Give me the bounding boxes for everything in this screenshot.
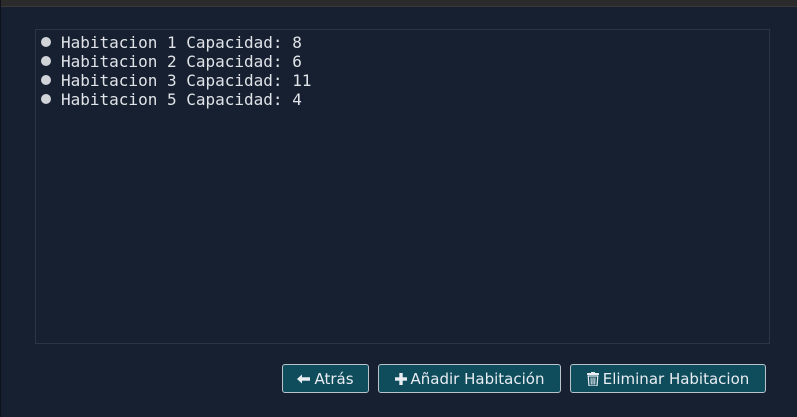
app-window: Habitacion 1 Capacidad: 8 Habitacion 2 C… bbox=[0, 0, 797, 417]
bullet-icon bbox=[41, 56, 51, 66]
list-item[interactable]: Habitacion 1 Capacidad: 8 bbox=[41, 32, 302, 52]
bullet-icon bbox=[41, 75, 51, 85]
plus-icon bbox=[394, 372, 407, 385]
room-label: Habitacion 1 Capacidad: 8 bbox=[61, 32, 302, 52]
top-bar bbox=[1, 0, 797, 7]
delete-room-button[interactable]: Eliminar Habitacion bbox=[570, 364, 766, 393]
back-button[interactable]: Atrás bbox=[282, 364, 369, 393]
arrow-left-icon bbox=[297, 374, 311, 384]
back-button-label: Atrás bbox=[314, 369, 354, 388]
room-label: Habitacion 2 Capacidad: 6 bbox=[61, 51, 302, 71]
list-item[interactable]: Habitacion 5 Capacidad: 4 bbox=[41, 89, 302, 109]
room-label: Habitacion 3 Capacidad: 11 bbox=[61, 70, 312, 90]
bullet-icon bbox=[41, 94, 51, 104]
delete-room-button-label: Eliminar Habitacion bbox=[602, 369, 750, 388]
bullet-icon bbox=[41, 37, 51, 47]
add-room-button-label: Añadir Habitación bbox=[410, 369, 545, 388]
list-item[interactable]: Habitacion 2 Capacidad: 6 bbox=[41, 51, 302, 71]
add-room-button[interactable]: Añadir Habitación bbox=[378, 364, 561, 393]
list-item[interactable]: Habitacion 3 Capacidad: 11 bbox=[41, 70, 311, 90]
room-label: Habitacion 5 Capacidad: 4 bbox=[61, 89, 302, 109]
room-list[interactable]: Habitacion 1 Capacidad: 8 Habitacion 2 C… bbox=[35, 29, 770, 344]
trash-icon bbox=[586, 371, 599, 386]
